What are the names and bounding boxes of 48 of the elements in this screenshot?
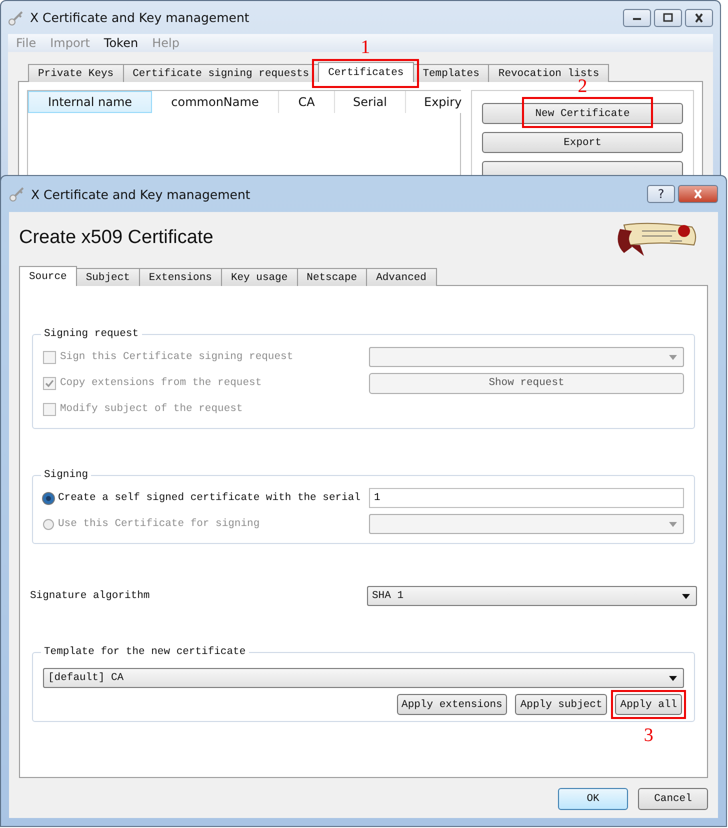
- apply-button[interactable]: Apply all: [615, 694, 682, 715]
- apply-button[interactable]: Apply subject: [515, 694, 608, 715]
- help-button[interactable]: ?: [647, 185, 675, 203]
- field-label: Signature algorithm: [30, 590, 151, 602]
- tab[interactable]: Certificate signing requests: [122, 64, 320, 82]
- tab[interactable]: Netscape: [296, 268, 368, 286]
- group-title: Signing request: [43, 328, 140, 340]
- action-button[interactable]: Export: [482, 132, 683, 153]
- tab[interactable]: Subject: [76, 268, 140, 286]
- maximize-icon: [662, 12, 674, 22]
- caret-icon: [682, 594, 690, 598]
- annotation-number: 3: [644, 726, 654, 745]
- window-title: X Certificate and Key management: [31, 186, 250, 202]
- annotation-number: 1: [360, 38, 370, 57]
- group-title: Signing: [43, 469, 90, 481]
- key-icon: [8, 10, 24, 26]
- tab[interactable]: Key usage: [220, 268, 298, 286]
- checkmark-icon: [44, 378, 55, 388]
- algorithm-dropdown[interactable]: SHA 1: [367, 586, 697, 606]
- tab[interactable]: Private Keys: [28, 64, 124, 82]
- serial-input[interactable]: 1: [369, 488, 684, 508]
- tab[interactable]: Templates: [412, 64, 490, 82]
- minimize-button[interactable]: [623, 8, 651, 26]
- show-request-button[interactable]: Show request: [369, 372, 684, 394]
- tab[interactable]: Certificates: [318, 62, 414, 82]
- radio-option[interactable]: Create a self signed certificate with the serial: [43, 492, 369, 504]
- close-button[interactable]: [685, 8, 713, 26]
- action-button[interactable]: New Certificate: [482, 103, 683, 124]
- apply-button[interactable]: Apply extensions: [396, 694, 508, 715]
- template-dropdown[interactable]: [default] CA: [43, 668, 684, 688]
- dialog-heading: Create x509 Certificate: [19, 227, 214, 249]
- key-icon: [9, 186, 25, 202]
- caret-icon: [669, 522, 677, 526]
- group-title: Template for the new certificate: [43, 646, 247, 658]
- close-button[interactable]: [678, 185, 718, 203]
- menu-item[interactable]: Token: [104, 36, 138, 50]
- tab[interactable]: Extensions: [138, 268, 222, 286]
- tab[interactable]: Source: [19, 266, 77, 286]
- tab[interactable]: Advanced: [366, 268, 436, 286]
- close-icon: [693, 12, 705, 22]
- dialog-button[interactable]: Cancel: [638, 788, 708, 810]
- close-icon: [692, 189, 704, 199]
- dialog-button[interactable]: OK: [558, 788, 628, 810]
- caret-icon: [669, 354, 677, 360]
- caret-icon: [669, 676, 677, 680]
- maximize-button[interactable]: [654, 8, 682, 26]
- column-header[interactable]: Internal name: [28, 91, 152, 113]
- window-title: X Certificate and Key management: [30, 10, 250, 25]
